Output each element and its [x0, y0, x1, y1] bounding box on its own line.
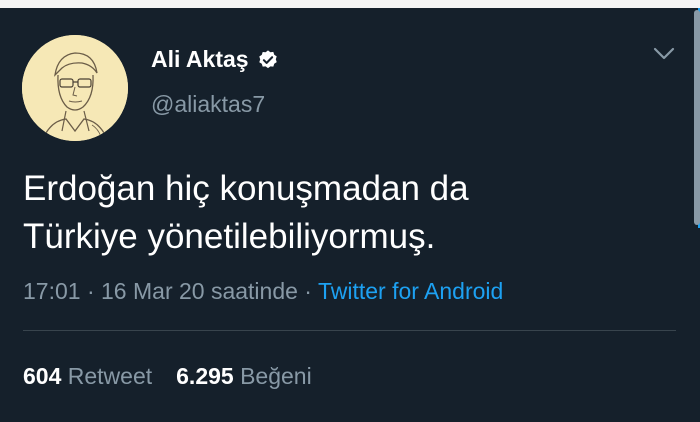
- tweet-stats: 604 Retweet 6.295 Beğeni: [23, 363, 312, 390]
- sketch-portrait-avatar-icon: [22, 35, 128, 141]
- tweet-source-link[interactable]: Twitter for Android: [318, 278, 503, 304]
- like-count: 6.295: [176, 363, 234, 389]
- retweets-stat[interactable]: 604 Retweet: [23, 363, 152, 389]
- author-row: Ali Aktaş: [151, 46, 279, 73]
- tweet-text-line: Erdoğan hiç konuşmadan da: [23, 169, 469, 208]
- likes-stat[interactable]: 6.295 Beğeni: [176, 363, 312, 389]
- top-edge: [0, 0, 700, 8]
- retweet-count: 604: [23, 363, 62, 389]
- tweet-text: Erdoğan hiç konuşmadan da Türkiye yöneti…: [23, 165, 663, 261]
- verified-badge-icon: [258, 49, 277, 68]
- divider: [23, 330, 676, 331]
- tweet-date[interactable]: 16 Mar 20 saatinde: [101, 278, 298, 304]
- scrollbar[interactable]: [694, 10, 700, 225]
- author-display-name[interactable]: Ali Aktaş: [151, 46, 249, 73]
- retweet-label: Retweet: [67, 363, 153, 389]
- like-label: Beğeni: [240, 363, 312, 389]
- tweet-time[interactable]: 17:01: [23, 278, 81, 304]
- author-handle[interactable]: @aliaktas7: [151, 91, 265, 118]
- avatar[interactable]: [22, 35, 128, 141]
- tweet-text-line: Türkiye yönetilebiliyormuş.: [23, 217, 436, 256]
- meta-separator: ·: [80, 278, 102, 304]
- chevron-down-icon[interactable]: [650, 44, 678, 64]
- tweet-meta: 17:01 · 16 Mar 20 saatinde · Twitter for…: [23, 278, 503, 305]
- meta-separator: ·: [297, 278, 318, 304]
- tweet-card: Ali Aktaş @aliaktas7 Erdoğan hiç konuşma…: [0, 8, 690, 422]
